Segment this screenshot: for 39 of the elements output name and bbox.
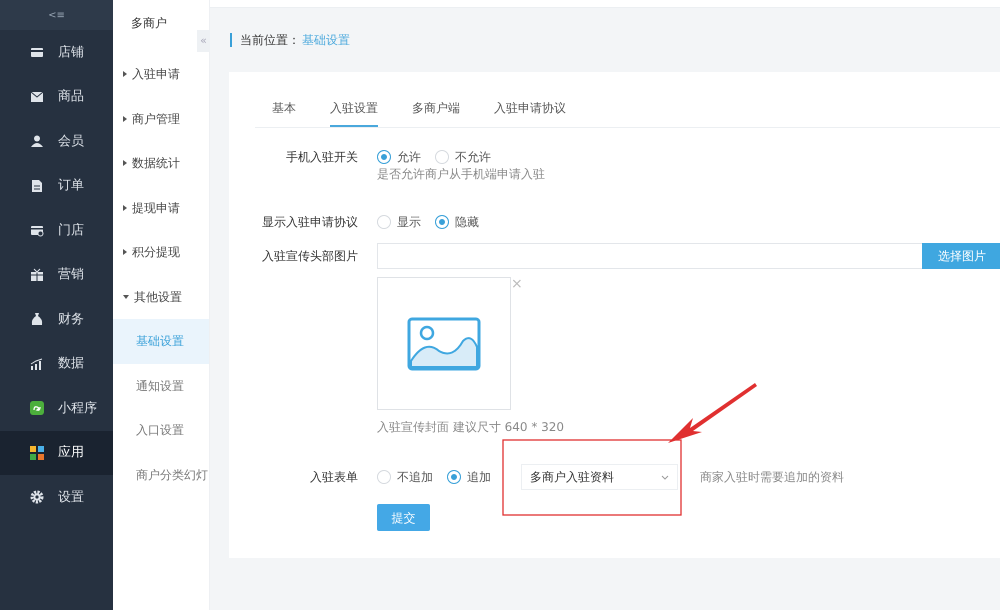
menu-group[interactable]: 积分提现 [113, 230, 209, 274]
nav-item[interactable]: 小程序 [0, 386, 113, 430]
tab[interactable]: 入驻设置 [330, 92, 378, 127]
nav-item[interactable]: 设置 [0, 475, 113, 520]
sidebar-toggle[interactable]: <≡ [48, 8, 65, 22]
field-label: 手机入驻开关 [285, 149, 359, 166]
nav-item[interactable]: 门店 [0, 208, 113, 252]
nav-item[interactable]: 应用 [0, 430, 113, 475]
menu-group[interactable]: 其他设置 [113, 274, 209, 319]
nav-item[interactable]: 商品 [0, 74, 113, 119]
menu-item[interactable]: 商户分类幻灯 [113, 452, 209, 497]
field-label: 显示入驻申请协议 [261, 214, 359, 231]
menu-group[interactable]: 提现申请 [113, 186, 209, 230]
form-select-dropdown[interactable]: 多商户入驻资料 [521, 464, 678, 490]
help-text: 入驻宣传封面 建议尺寸 640 * 320 [377, 419, 566, 436]
radio-option[interactable]: 显示 [377, 209, 421, 235]
nav-item[interactable]: 财务 [0, 297, 113, 342]
nav-item[interactable]: 订单 [0, 164, 113, 208]
field-label: 入驻宣传头部图片 [261, 248, 359, 265]
radio-option[interactable]: 追加 [447, 464, 491, 490]
tab[interactable]: 基本 [272, 92, 296, 127]
menu-item[interactable]: 通知设置 [113, 364, 209, 408]
field-label: 入驻表单 [309, 469, 359, 486]
nav-item[interactable]: 店铺 [0, 30, 113, 74]
nav-item[interactable]: 会员 [0, 119, 113, 164]
menu-item[interactable]: 入口设置 [113, 408, 209, 452]
breadcrumb-label: 当前位置： [240, 32, 300, 49]
menu-group[interactable]: 商户管理 [113, 96, 209, 141]
nav-item[interactable]: 营销 [0, 252, 113, 297]
help-text: 商家入驻时需要追加的资料 [700, 469, 844, 486]
nav-item[interactable]: 数据 [0, 342, 113, 386]
sub-sidebar-title: 多商户 [131, 14, 167, 32]
tab[interactable]: 多商户端 [412, 92, 460, 127]
radio-option[interactable]: 不追加 [377, 464, 433, 490]
radio-option[interactable]: 隐藏 [435, 209, 479, 235]
menu-group[interactable]: 入驻申请 [113, 52, 209, 96]
breadcrumb-current: 基础设置 [302, 32, 350, 49]
menu-group[interactable]: 数据统计 [113, 141, 209, 186]
tab[interactable]: 入驻申请协议 [494, 92, 566, 127]
